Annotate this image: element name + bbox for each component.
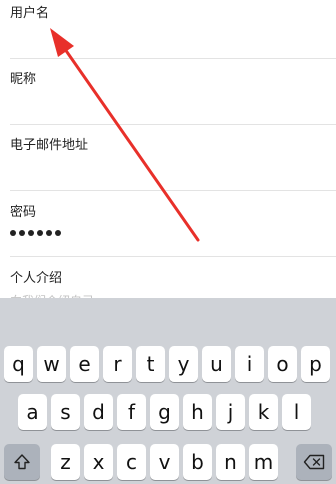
key-g[interactable]: g [150,394,179,430]
nickname-input[interactable] [10,91,326,113]
key-o[interactable]: o [268,346,297,382]
key-e[interactable]: e [70,346,99,382]
key-d[interactable]: d [84,394,113,430]
password-field[interactable]: 密码 [0,191,336,255]
key-l[interactable]: l [282,394,311,430]
password-input[interactable] [10,230,61,236]
key-c[interactable]: c [117,444,146,480]
key-w[interactable]: w [37,346,66,382]
key-z[interactable]: z [51,444,80,480]
key-f[interactable]: f [117,394,146,430]
email-label: 电子邮件地址 [10,138,89,153]
onscreen-keyboard: q w e r t y u i o p a s d f g h j k l z … [0,298,336,484]
key-b[interactable]: b [183,444,212,480]
delete-icon [303,454,325,470]
email-field[interactable]: 电子邮件地址 [0,125,336,189]
key-x[interactable]: x [84,444,113,480]
key-j[interactable]: j [216,394,245,430]
password-dot [37,230,43,236]
key-u[interactable]: u [202,346,231,382]
key-h[interactable]: h [183,394,212,430]
password-label: 密码 [10,205,37,220]
password-dot [28,230,34,236]
nickname-label: 昵称 [10,72,37,87]
key-t[interactable]: t [136,346,165,382]
key-r[interactable]: r [103,346,132,382]
key-v[interactable]: v [150,444,179,480]
password-dot [46,230,52,236]
key-y[interactable]: y [169,346,198,382]
delete-key[interactable] [296,444,332,480]
key-s[interactable]: s [51,394,80,430]
key-a[interactable]: a [18,394,47,430]
key-q[interactable]: q [4,346,33,382]
bio-label: 个人介绍 [10,271,63,286]
password-dot [55,230,61,236]
email-input[interactable] [10,157,326,179]
shift-key[interactable] [4,444,40,480]
password-dot [10,230,16,236]
shift-icon [14,454,30,470]
key-k[interactable]: k [249,394,278,430]
key-n[interactable]: n [216,444,245,480]
username-field[interactable]: 用户名 [0,0,336,58]
username-label: 用户名 [10,6,50,21]
password-dot [19,230,25,236]
key-p[interactable]: p [301,346,330,382]
nickname-field[interactable]: 昵称 [0,59,336,123]
username-input[interactable] [10,26,326,48]
key-i[interactable]: i [235,346,264,382]
key-m[interactable]: m [249,444,278,480]
profile-form: 用户名 昵称 电子邮件地址 密码 个人介绍 向我们介绍自己 [0,0,336,308]
